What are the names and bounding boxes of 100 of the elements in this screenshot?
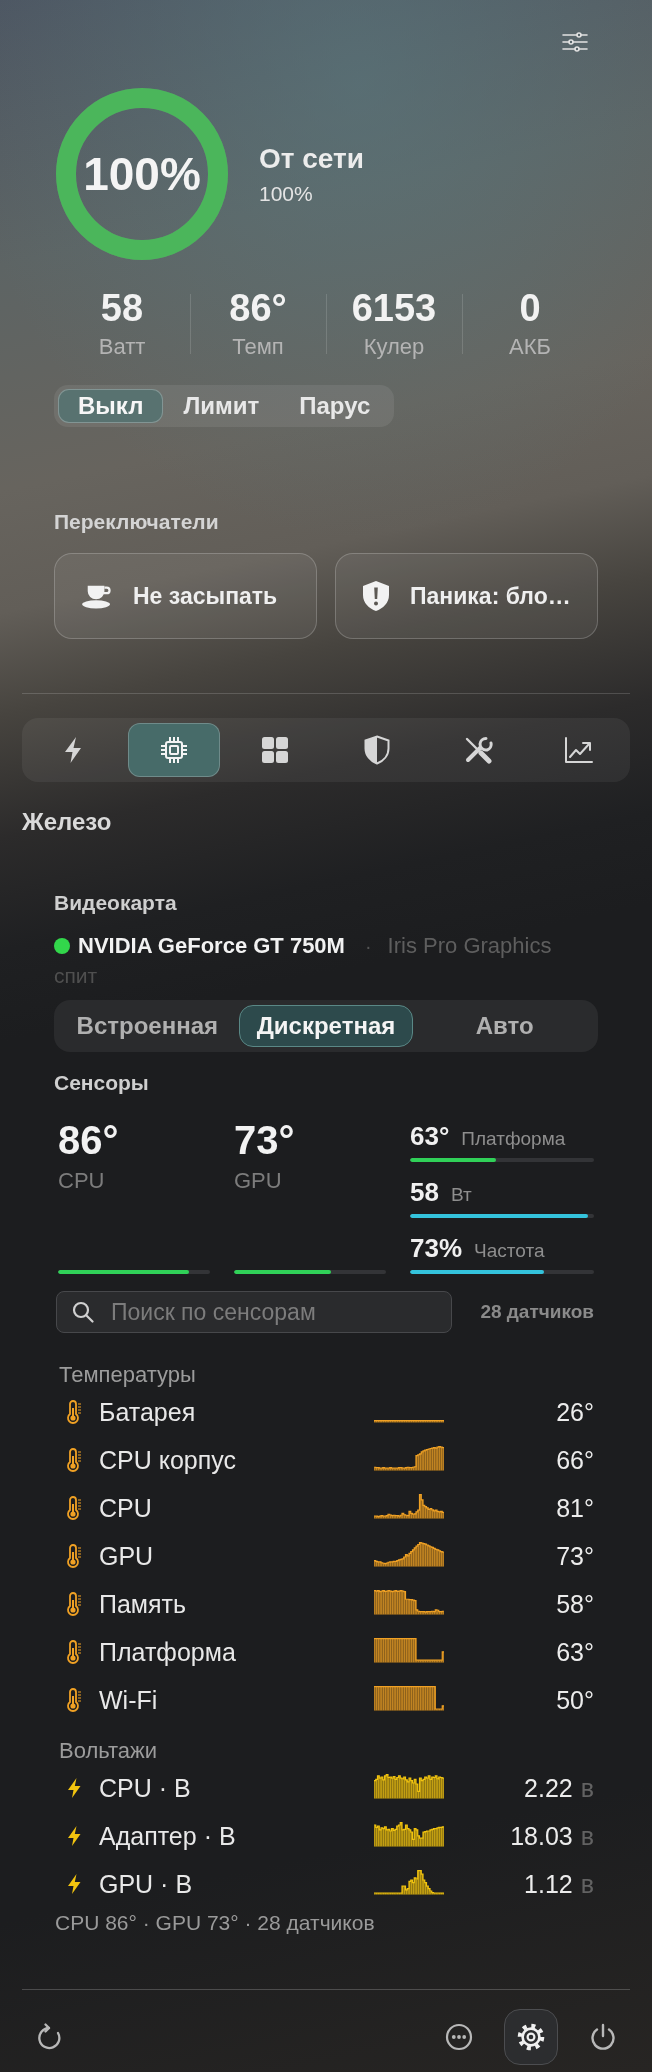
sensor-name: GPU	[99, 1541, 155, 1571]
temperature-value: 86°	[58, 1117, 119, 1163]
refresh-icon	[35, 2023, 63, 2051]
sensor-count: 28 датчиков	[480, 1301, 594, 1323]
sensor-name: CPU корпус	[99, 1445, 237, 1475]
sensor-name: CPU · В	[99, 1773, 192, 1803]
sensor-value: 58°	[556, 1589, 594, 1619]
sensor-name: Адаптер · В	[99, 1821, 237, 1851]
sparkline	[374, 1493, 444, 1519]
temperature-value: 73°	[234, 1117, 295, 1163]
unit-label: в	[580, 1773, 594, 1803]
sensor-value: 73°	[556, 1541, 594, 1571]
shield-icon	[363, 735, 390, 765]
sparkline	[374, 1869, 444, 1895]
charge-percent: 100%	[83, 148, 201, 200]
meter-label: Частота	[474, 1239, 545, 1263]
sparkline	[374, 1773, 444, 1799]
shield-exclamation-icon	[362, 580, 390, 612]
section-heading: Сенсоры	[54, 1070, 149, 1096]
sliders-icon[interactable]	[562, 31, 588, 53]
group-heading: Температуры	[58, 1362, 196, 1388]
thermometer-icon	[66, 1688, 82, 1712]
gpu-mode-option[interactable]: Дискретная	[238, 1005, 414, 1047]
sparkline	[374, 1445, 444, 1471]
separator-dot: ·	[364, 934, 372, 959]
stat-value: 0	[519, 286, 541, 330]
power-icon	[588, 2022, 618, 2052]
meter-value: 58	[410, 1177, 439, 1207]
meter-value: 63°	[410, 1121, 450, 1151]
sensor-value: 63°	[556, 1637, 594, 1667]
sparkline	[374, 1637, 444, 1663]
gpu-mode-option[interactable]: Авто	[417, 1005, 592, 1047]
stat-label: Ватт	[98, 334, 146, 360]
gpu-mode-option[interactable]: Встроенная	[60, 1005, 235, 1047]
sensor-name: GPU · В	[99, 1869, 194, 1899]
stat-label: Кулер	[363, 334, 425, 360]
sensor-label: CPU	[58, 1168, 105, 1194]
stat-value: 86°	[229, 286, 287, 330]
more-icon	[445, 2023, 473, 2051]
thermometer-icon	[66, 1592, 82, 1616]
charge-mode-option[interactable]: Лимит	[163, 389, 280, 423]
sparkline	[374, 1685, 444, 1711]
charge-level: 100%	[259, 181, 313, 207]
chart-icon	[564, 736, 595, 764]
sensor-name: CPU	[99, 1493, 153, 1523]
sensor-value: 81°	[556, 1493, 594, 1523]
sparkline	[374, 1589, 444, 1615]
sensor-value: 26°	[556, 1397, 594, 1427]
meter-label: Вт	[450, 1183, 472, 1207]
unit-label: в	[580, 1821, 594, 1851]
status-dot-icon	[54, 938, 70, 954]
sensor-name: Батарея	[99, 1397, 197, 1427]
unit-label: в	[580, 1869, 594, 1899]
power-source: От сети	[259, 143, 364, 175]
summary-text: CPU 86° · GPU 73° · 28 датчиков	[54, 1910, 375, 1936]
section-heading: Видеокарта	[54, 890, 177, 916]
stat-label: Темп	[232, 334, 284, 360]
tools-icon	[463, 735, 493, 765]
stat-label: АКБ	[509, 334, 551, 360]
thermometer-icon	[66, 1448, 82, 1472]
lightning-icon	[66, 1777, 82, 1799]
cup-icon	[81, 583, 113, 609]
toggle-card[interactable]: Не засыпать	[54, 553, 317, 639]
gear-icon	[516, 2022, 546, 2052]
sensor-value: 1.12	[524, 1869, 573, 1899]
meter-label: Платформа	[461, 1127, 566, 1151]
lightning-icon	[62, 736, 83, 764]
charge-mode-option[interactable]: Парус	[279, 389, 391, 423]
inactive-gpu-name: Iris Pro Graphics	[387, 932, 552, 960]
settings-button[interactable]	[504, 2009, 558, 2065]
search-field[interactable]: Поиск по сенсорам	[56, 1291, 452, 1333]
thermometer-icon	[66, 1400, 82, 1424]
sensor-value: 18.03	[510, 1821, 573, 1851]
sensor-value: 50°	[556, 1685, 594, 1715]
group-heading: Вольтажи	[58, 1738, 158, 1764]
section-title: Железо	[22, 808, 112, 836]
chip-icon	[159, 735, 189, 765]
active-gpu-name: NVIDIA GeForce GT 750M	[78, 932, 345, 960]
stat-value: 6153	[351, 286, 437, 330]
search-icon	[72, 1301, 94, 1323]
sensor-name: Wi-Fi	[99, 1685, 159, 1715]
charge-mode-option[interactable]: Выкл	[58, 389, 164, 423]
thermometer-icon	[66, 1496, 82, 1520]
sensor-name: Платформа	[99, 1637, 237, 1667]
meter-value: 73%	[410, 1233, 463, 1263]
grid-icon	[261, 736, 290, 764]
lightning-icon	[66, 1825, 82, 1847]
toggle-card[interactable]: Паника: бло…	[335, 553, 598, 639]
sparkline	[374, 1821, 444, 1847]
thermometer-icon	[66, 1544, 82, 1568]
section-heading: Переключатели	[54, 509, 219, 535]
lightning-icon	[66, 1873, 82, 1895]
tab[interactable]	[128, 723, 220, 777]
sparkline	[374, 1541, 444, 1567]
sparkline	[374, 1420, 444, 1423]
sensor-value: 66°	[556, 1445, 594, 1475]
sensor-name: Память	[99, 1589, 188, 1619]
stat-value: 58	[100, 286, 144, 330]
thermometer-icon	[66, 1640, 82, 1664]
sensor-label: GPU	[234, 1168, 282, 1194]
